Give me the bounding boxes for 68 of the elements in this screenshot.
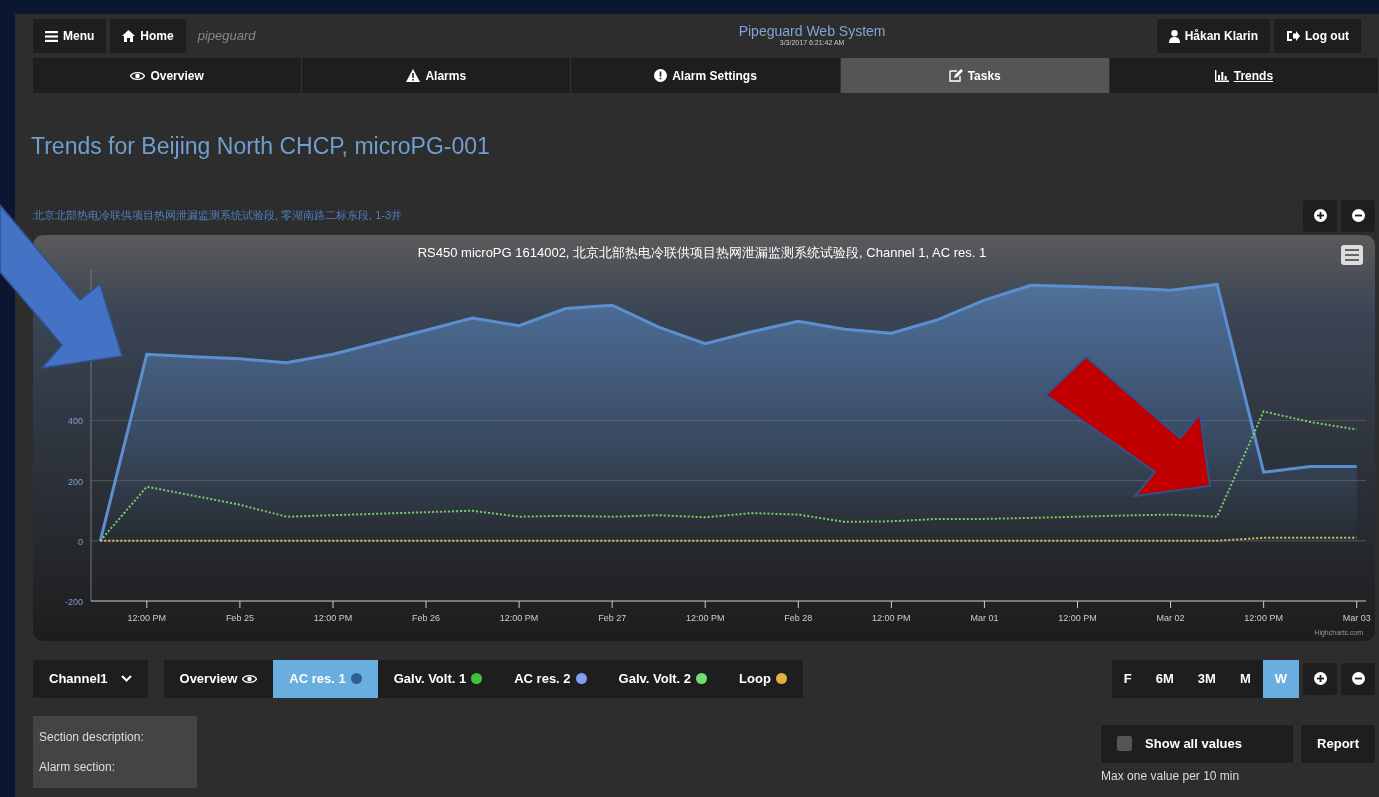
nav-tab[interactable]: Tasks (840, 58, 1110, 93)
zoom-out-icon (1351, 209, 1365, 222)
range-button[interactable]: F (1111, 659, 1144, 698)
x-axis-label: Feb 28 (784, 612, 813, 623)
caret-icon (120, 675, 132, 682)
series-toggle[interactable]: Galv. Volt. 1 (377, 659, 499, 698)
menu-button[interactable]: Menu (33, 19, 107, 53)
menu-icon (45, 30, 58, 42)
chart-menu-icon[interactable] (1341, 244, 1363, 265)
site-title: Pipeguard Web System (738, 23, 886, 38)
y-axis-label: 0 (78, 536, 83, 547)
zoom-out-icon (1351, 672, 1365, 685)
logout-button[interactable]: Log out (1274, 19, 1361, 53)
x-axis-label: Feb 26 (412, 612, 441, 623)
eye-icon (130, 70, 146, 81)
section-subtitle: 北京北部热电冷联供项目热网泄漏监测系统试验段, 零湖南路二标东段, 1-3井 (33, 208, 403, 224)
eye-icon (242, 673, 258, 684)
bar-chart-icon (1214, 69, 1229, 82)
nav-tab[interactable]: Overview (33, 58, 303, 93)
x-axis-label: 12:00 PM (1244, 612, 1283, 623)
x-axis-label: 12:00 PM (685, 612, 725, 623)
series-toggle[interactable]: Loop (723, 659, 803, 698)
zoom-in-button[interactable] (1303, 662, 1337, 695)
zoom-in-icon (1313, 672, 1327, 685)
user-button[interactable]: Håkan Klarin (1156, 19, 1270, 53)
info-label: Alarm section: (39, 758, 117, 776)
home-icon (122, 30, 136, 42)
x-axis-label: 12:00 PM (313, 612, 353, 623)
y-axis-label: 400 (67, 415, 83, 426)
zoom-in-button[interactable] (1303, 199, 1337, 232)
channel-dropdown[interactable]: Channel1 (33, 659, 148, 698)
zoom-out-button[interactable] (1341, 662, 1375, 695)
chart-title: RS450 microPG 1614002, 北京北部热电冷联供项目热网泄漏监测系统试验段, Channel 1, AC res. 1 (417, 244, 987, 260)
range-button[interactable]: 3M (1185, 659, 1228, 698)
x-axis-label: 12:00 PM (872, 612, 911, 623)
user-icon (1168, 29, 1180, 43)
hint-text: Max one value per 10 min (1101, 767, 1240, 785)
home-button[interactable]: Home (110, 19, 186, 53)
show-all-values-toggle[interactable]: Show all values (1101, 724, 1294, 763)
checkbox[interactable] (1117, 736, 1133, 751)
logo: pipeguard (196, 27, 257, 46)
nav-tab[interactable]: Trends (1109, 58, 1379, 93)
logout-icon (1286, 30, 1300, 42)
page-title: Trends for Beijing North CHCP, microPG-001 (31, 132, 491, 161)
x-axis-label: Mar 01 (970, 612, 999, 623)
zoom-in-icon (1313, 209, 1327, 222)
x-axis-label: 12:00 PM (1058, 612, 1097, 623)
series-toggle[interactable]: Galv. Volt. 2 (602, 659, 724, 698)
x-axis-label: Feb 25 (225, 612, 254, 623)
warning-icon (406, 69, 421, 82)
range-button[interactable]: M (1227, 659, 1263, 698)
report-button[interactable]: Report (1301, 724, 1375, 763)
x-axis-label: Mar 03 (1342, 612, 1371, 623)
x-axis-label: 12:00 PM (127, 612, 167, 623)
y-axis-label: -200 (65, 596, 83, 607)
info-icon (654, 69, 668, 82)
range-button[interactable]: 6M (1143, 659, 1186, 698)
info-label: Section description: (39, 728, 145, 746)
x-axis-label: Feb 27 (598, 612, 627, 623)
x-axis-label: 12:00 PM (499, 612, 539, 623)
x-axis-label: Mar 02 (1156, 612, 1185, 623)
edit-icon (948, 69, 963, 82)
series-toggle[interactable]: AC res. 2 (498, 659, 603, 698)
nav-tab[interactable]: Alarm Settings (571, 58, 841, 93)
nav-tab[interactable]: Alarms (302, 58, 572, 93)
zoom-out-button[interactable] (1341, 199, 1375, 232)
series-toggle[interactable]: Overview (163, 659, 274, 698)
y-axis-label: 200 (67, 476, 83, 487)
